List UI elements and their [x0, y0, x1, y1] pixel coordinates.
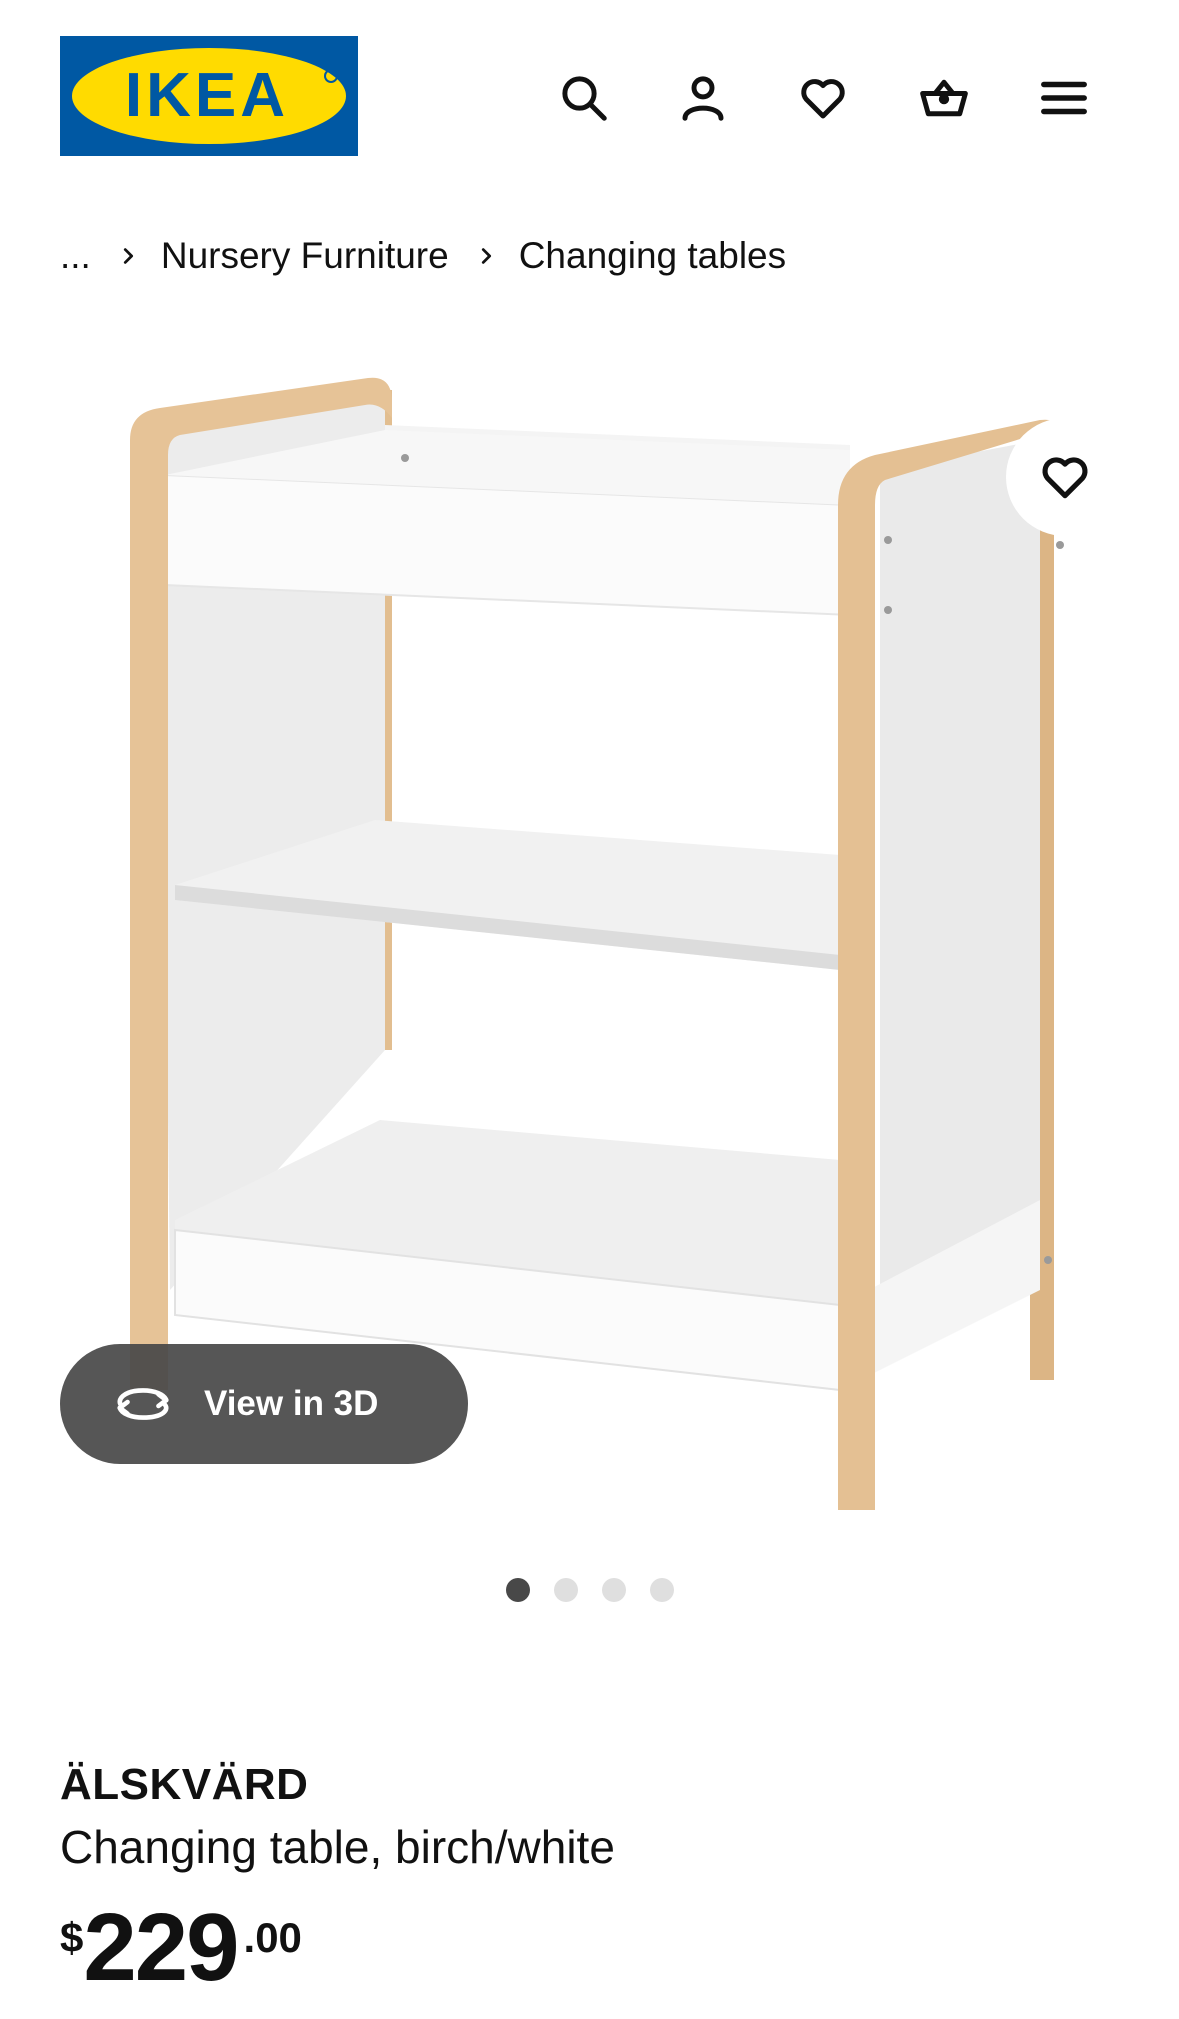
carousel-dot-2[interactable]: [554, 1578, 578, 1602]
breadcrumb-nursery-furniture[interactable]: Nursery Furniture: [161, 235, 449, 277]
product-name: ÄLSKVÄRD: [60, 1760, 309, 1809]
price-currency: $: [60, 1914, 84, 1961]
ikea-logo[interactable]: IKEA: [60, 36, 358, 156]
price-integer: 229: [83, 1894, 239, 2001]
carousel-dot-1[interactable]: [506, 1578, 530, 1602]
ikea-logo-graphic: IKEA: [60, 36, 358, 156]
breadcrumb-changing-tables[interactable]: Changing tables: [519, 235, 786, 277]
chevron-right-icon: [475, 245, 497, 267]
breadcrumb: ... Nursery Furniture Changing tables: [60, 228, 786, 284]
carousel-dot-4[interactable]: [650, 1578, 674, 1602]
svg-text:IKEA: IKEA: [125, 61, 289, 130]
favorite-button[interactable]: [1006, 418, 1124, 536]
carousel-dot-3[interactable]: [602, 1578, 626, 1602]
heart-icon[interactable]: [795, 70, 851, 126]
heart-icon: [1042, 457, 1088, 499]
product-price: $ 229 .00: [60, 1900, 302, 1996]
search-icon[interactable]: [556, 70, 612, 126]
product-description: Changing table, birch/white: [60, 1821, 615, 1873]
user-icon[interactable]: [675, 70, 731, 126]
rotate-3d-icon: [117, 1388, 169, 1420]
view-in-3d-button[interactable]: View in 3D: [60, 1344, 468, 1464]
chevron-right-icon: [117, 245, 139, 267]
view-in-3d-label: View in 3D: [204, 1384, 379, 1423]
image-carousel-dots: [506, 1578, 674, 1602]
price-decimal: .00: [243, 1914, 302, 1961]
breadcrumb-ellipsis[interactable]: ...: [60, 235, 91, 277]
menu-icon[interactable]: [1036, 70, 1092, 126]
basket-icon[interactable]: [916, 70, 972, 126]
